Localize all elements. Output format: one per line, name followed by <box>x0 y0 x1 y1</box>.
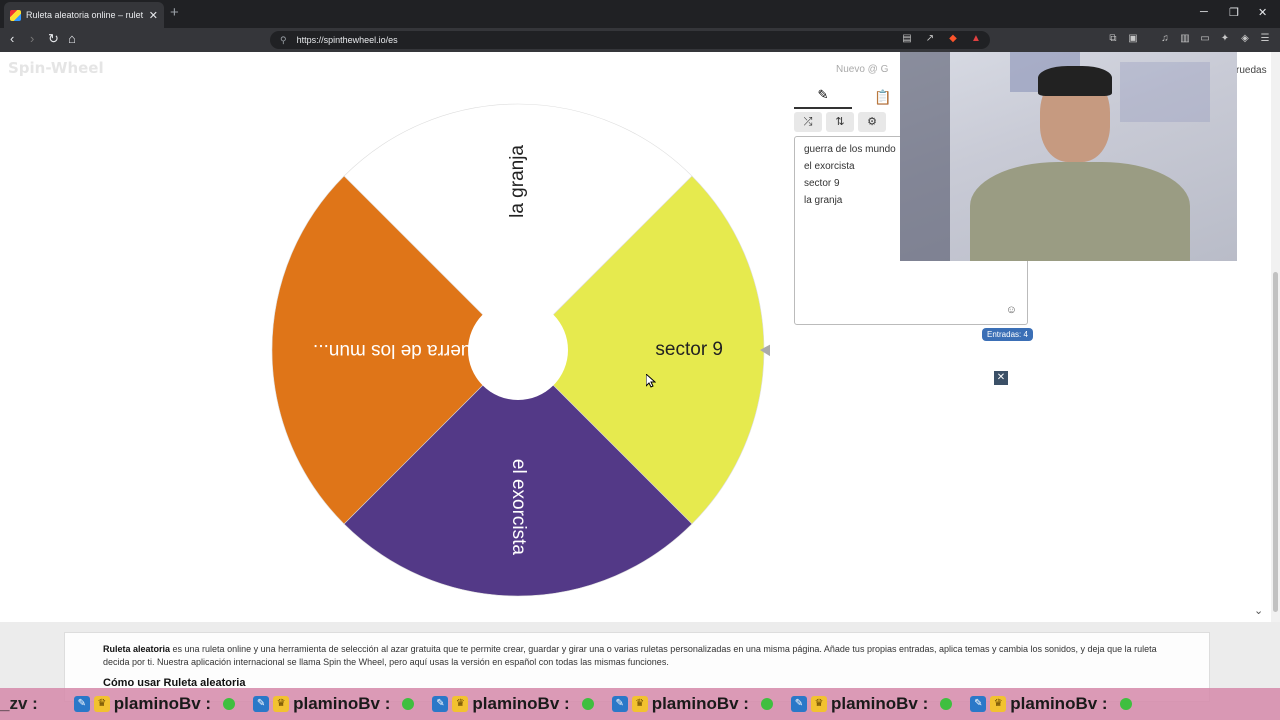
browser-tab-bar: Ruleta aleatoria online – rulet ✕ + ─ ❐ … <box>0 0 1280 28</box>
page-scrollbar[interactable] <box>1271 52 1280 622</box>
tool-icon: ✎ <box>790 696 807 712</box>
music-icon[interactable]: ♫ <box>1159 33 1171 45</box>
tool-icon: ✎ <box>970 696 987 712</box>
ticker-item: ✎ ♛ plaminoBv : <box>611 694 773 714</box>
ticker-name: plaminoBv : <box>472 694 570 713</box>
forward-icon[interactable]: › <box>30 31 34 46</box>
close-window-icon[interactable]: ✕ <box>1258 6 1267 19</box>
crown-icon: ♛ <box>452 696 469 712</box>
ticker-item: ✎ ♛ plaminoBv : <box>790 694 953 714</box>
tool-icon: ✎ <box>432 696 449 712</box>
home-icon[interactable]: ⌂ <box>68 31 76 46</box>
wheels-link[interactable]: ruedas <box>1232 63 1271 78</box>
vpn-icon[interactable]: ◈ <box>1239 33 1251 45</box>
site-info-icon[interactable]: ⚲ <box>280 35 287 46</box>
chevron-down-icon[interactable]: ⌄ <box>1254 604 1263 617</box>
emoji-icon[interactable]: ☺ <box>1006 304 1017 316</box>
crown-icon: ♛ <box>810 696 827 712</box>
shuffle-icon[interactable]: ⤮ <box>794 112 822 132</box>
ticker-name: plaminoBv : <box>830 694 929 713</box>
tool-icon: ✎ <box>73 696 90 712</box>
wheel-center[interactable] <box>468 300 568 400</box>
emote-icon <box>223 698 236 710</box>
screenshot-icon[interactable]: ▣ <box>1127 33 1139 45</box>
brave-rewards-icon[interactable]: ▲ <box>970 33 982 45</box>
address-bar[interactable]: ⚲ https://spinthewheel.io/es <box>270 31 990 49</box>
spin-wheel[interactable]: la granja sector 9 el exorcista guerra de l… <box>270 100 770 600</box>
wheel-segment-label: el exorcista <box>508 459 529 556</box>
crown-icon: ♛ <box>273 696 290 712</box>
wheel-segment-label: la granja <box>507 145 528 218</box>
tab-close-icon[interactable]: ✕ <box>149 9 158 22</box>
crown-icon: ♛ <box>990 696 1007 712</box>
browser-nav-bar: ‹ › ↻ ⌂ ⚲ https://spinthewheel.io/es ▤ ↗… <box>0 28 1280 52</box>
back-icon[interactable]: ‹ <box>10 31 14 46</box>
tool-icon: ✎ <box>611 696 628 712</box>
wheel-segment-label: sector 9 <box>655 339 723 360</box>
extensions-icon[interactable]: ⧉ <box>1107 33 1119 45</box>
reload-icon[interactable]: ↻ <box>48 31 59 47</box>
reader-icon[interactable]: ▤ <box>901 33 913 45</box>
ticker-name: plaminoBv : <box>651 694 749 713</box>
crown-icon: ♛ <box>631 696 648 712</box>
sort-icon[interactable]: ⇅ <box>826 112 854 132</box>
browser-tab[interactable]: Ruleta aleatoria online – rulet ✕ <box>4 2 164 28</box>
menu-icon[interactable]: ☰ <box>1259 33 1271 45</box>
brave-shield-icon[interactable]: ◆ <box>947 33 959 45</box>
mouse-cursor-icon <box>646 374 656 388</box>
tab-title: Ruleta aleatoria online – rulet <box>26 10 144 20</box>
description-lead: Ruleta aleatoria <box>103 644 171 654</box>
emote-icon <box>940 698 953 710</box>
emote-icon <box>581 698 594 710</box>
clipboard-tab-icon[interactable]: 📋 <box>874 89 891 106</box>
leo-icon[interactable]: ✦ <box>1219 33 1231 45</box>
edit-tab-pencil-icon[interactable]: ✎ <box>794 87 852 109</box>
ticker-item: ✎ ♛ plaminoBv : <box>970 694 1132 714</box>
top-menu[interactable]: Nuevo @ G <box>836 64 888 75</box>
stream-ticker: _zv : ✎ ♛ plaminoBv : ✎ ♛ plaminoBv : ✎ ♛ plamin… <box>0 688 1280 720</box>
ticker-item: ✎ ♛ plaminoBv : <box>253 694 415 714</box>
url-text: https://spinthewheel.io/es <box>296 35 398 45</box>
site-logo[interactable]: Spin-Wheel <box>8 59 104 77</box>
wheel-segment-label: guerra de los mun... <box>313 340 482 361</box>
description-text: es una ruleta online y una herramienta d… <box>103 644 1157 667</box>
maximize-icon[interactable]: ❐ <box>1229 6 1239 19</box>
close-ad-icon[interactable]: ✕ <box>994 371 1008 385</box>
emote-icon <box>402 698 415 710</box>
minimize-icon[interactable]: ─ <box>1200 6 1208 18</box>
crown-icon: ♛ <box>93 696 110 712</box>
settings-icon[interactable]: ⚙ <box>858 112 886 132</box>
tool-icon: ✎ <box>253 696 270 712</box>
wallet-icon[interactable]: ▭ <box>1199 33 1211 45</box>
ticker-name: plaminoBv : <box>1010 694 1108 713</box>
entries-count-badge: Entradas: 4 <box>982 328 1033 341</box>
ticker-name: plaminoBv : <box>113 694 212 713</box>
site-favicon-icon <box>10 9 21 21</box>
emote-icon <box>1119 698 1132 710</box>
share-icon[interactable]: ↗ <box>924 33 936 45</box>
ticker-item: ✎ ♛ plaminoBv : <box>432 694 594 714</box>
ticker-name: plaminoBv : <box>293 694 391 713</box>
webcam-overlay <box>900 52 1237 261</box>
ticker-item: ✎ ♛ plaminoBv : <box>73 694 236 714</box>
sidebar-icon[interactable]: ▥ <box>1179 33 1191 45</box>
emote-icon <box>760 698 773 710</box>
new-tab-button[interactable]: + <box>170 4 179 21</box>
ticker-start: _zv : <box>0 694 38 713</box>
